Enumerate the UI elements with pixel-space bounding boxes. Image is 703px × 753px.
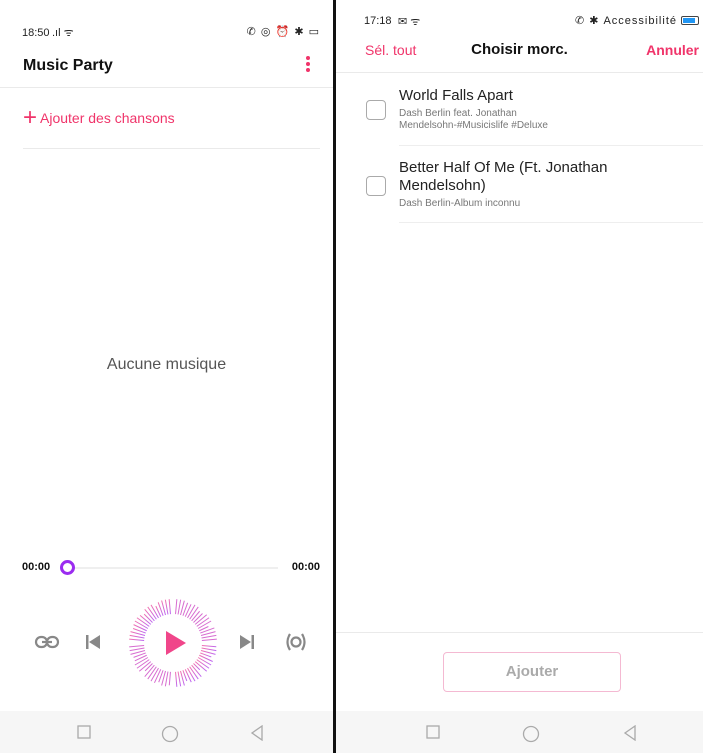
vibrate-bluetooth-icon: ✆ ✱ xyxy=(574,15,600,27)
header-divider xyxy=(0,87,333,88)
accessibility-label: Accessibilité xyxy=(603,14,677,27)
song-title: World Falls Apart xyxy=(399,87,513,104)
recents-square-icon[interactable] xyxy=(426,725,440,739)
message-wifi-icon: ✉ ᯤ xyxy=(398,16,421,28)
list-item[interactable]: World Falls Apart Dash Berlin feat. Jona… xyxy=(336,86,703,146)
choose-songs-screen: 17:18 ✉ ᯤ ✆ ✱ Accessibilité Sél. tout Ch… xyxy=(336,0,703,753)
add-songs-button[interactable]: + Ajouter des chansons xyxy=(23,104,175,131)
song-checkbox[interactable] xyxy=(366,176,386,196)
next-icon[interactable] xyxy=(238,633,256,651)
status-bar: 17:18 ✉ ᯤ ✆ ✱ Accessibilité xyxy=(336,0,703,40)
waveform-ring xyxy=(129,599,217,687)
back-triangle-icon[interactable] xyxy=(250,725,264,741)
player-controls xyxy=(0,596,333,692)
row-divider xyxy=(399,222,703,223)
status-time: 18:50 xyxy=(22,27,50,39)
broadcast-icon[interactable] xyxy=(284,631,308,653)
row-divider xyxy=(399,145,703,146)
previous-icon[interactable] xyxy=(84,633,102,651)
system-nav-bar xyxy=(336,711,703,753)
selection-header: Sél. tout Choisir morc. Annuler xyxy=(336,40,703,64)
add-button[interactable]: Ajouter xyxy=(443,652,621,692)
home-circle-icon[interactable] xyxy=(161,725,179,743)
add-divider xyxy=(23,148,320,149)
page-title: Music Party xyxy=(23,57,113,74)
seek-track[interactable] xyxy=(64,567,278,569)
back-triangle-icon[interactable] xyxy=(623,725,637,741)
song-meta: Dash Berlin-Album inconnu xyxy=(399,198,521,209)
status-icons: ✆ ✱ Accessibilité xyxy=(575,14,699,27)
total-time: 00:00 xyxy=(291,561,320,573)
elapsed-time: 00:00 xyxy=(22,561,51,573)
system-nav-bar xyxy=(0,711,333,753)
song-meta: Dash Berlin feat. Jonathan xyxy=(399,108,517,119)
song-meta: Mendelsohn-#Musicislife #Deluxe xyxy=(399,120,548,131)
seek-thumb[interactable] xyxy=(60,560,75,575)
empty-state-text: Aucune musique xyxy=(106,356,227,373)
signal-wifi-icon: .ıl ᯤ xyxy=(52,27,74,39)
music-party-screen: 18:50 .ıl ᯤ ✆ ◎ ⏰ ✱ ▭ Music Party + Ajou… xyxy=(0,0,333,753)
add-songs-label: Ajouter des chansons xyxy=(40,110,175,126)
cancel-button[interactable]: Annuler xyxy=(646,42,699,58)
link-icon[interactable] xyxy=(34,632,60,652)
status-time: 17:18 xyxy=(364,15,392,27)
song-title: Mendelsohn) xyxy=(399,177,486,194)
status-bar: 18:50 .ıl ᯤ ✆ ◎ ⏰ ✱ ▭ xyxy=(0,0,333,40)
play-button[interactable] xyxy=(128,598,218,688)
list-item[interactable]: Better Half Of Me (Ft. Jonathan Mendelso… xyxy=(336,158,703,224)
song-title: Better Half Of Me (Ft. Jonathan xyxy=(399,159,608,176)
more-vert-icon[interactable] xyxy=(305,56,311,74)
home-circle-icon[interactable] xyxy=(522,725,540,743)
status-icons: ✆ ◎ ⏰ ✱ ▭ xyxy=(246,26,320,38)
battery-icon xyxy=(681,16,699,25)
plus-icon: + xyxy=(23,104,38,131)
header-divider xyxy=(336,72,703,73)
recents-square-icon[interactable] xyxy=(77,725,91,739)
seek-bar[interactable]: 00:00 00:00 xyxy=(22,560,320,576)
song-checkbox[interactable] xyxy=(366,100,386,120)
footer-divider xyxy=(336,632,703,633)
